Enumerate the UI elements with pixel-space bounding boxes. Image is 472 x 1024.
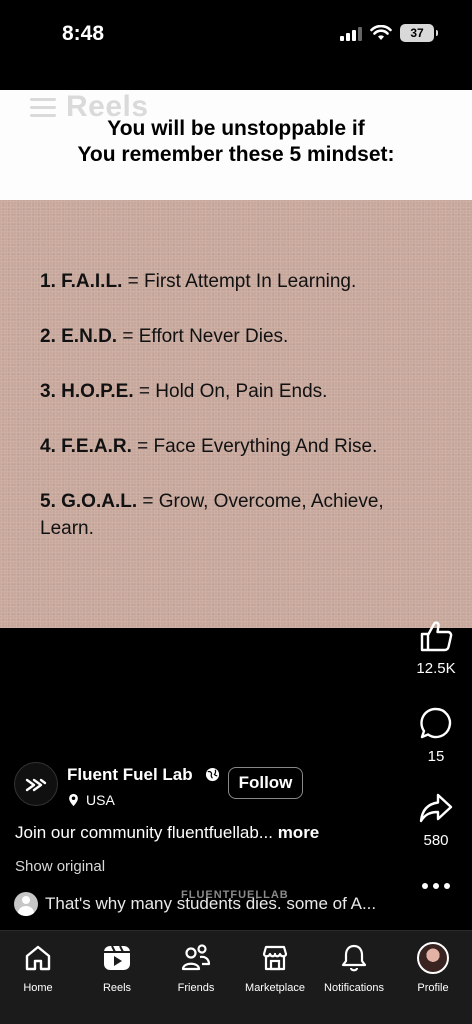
video-body: 1. F.A.I.L. = First Attempt In Learning.… <box>0 200 472 628</box>
bottom-tab-bar: Home Reels Friends Marketplace Notificat… <box>0 930 472 1024</box>
comment-count: 15 <box>427 748 445 765</box>
mindset-item: 2. E.N.D. = Effort Never Dies. <box>40 323 440 350</box>
share-icon <box>419 793 453 823</box>
menu-icon[interactable] <box>30 97 56 117</box>
profile-avatar <box>417 942 449 974</box>
mindset-item: 1. F.A.I.L. = First Attempt In Learning. <box>40 268 440 295</box>
tab-profile[interactable]: Profile <box>388 941 472 994</box>
marketplace-icon <box>262 945 288 971</box>
share-count: 580 <box>423 832 449 849</box>
comment-button[interactable]: 15 <box>400 706 472 765</box>
commenter-avatar <box>14 892 38 916</box>
mindset-code: 3. H.O.P.E. <box>40 381 134 402</box>
home-icon <box>25 945 51 971</box>
reel-video[interactable]: You will be unstoppable if You remember … <box>0 90 472 628</box>
tab-label: Home <box>23 982 53 994</box>
share-button[interactable]: 580 <box>400 792 472 849</box>
reels-header: Reels <box>30 90 149 124</box>
mindset-item: 3. H.O.P.E. = Hold On, Pain Ends. <box>40 378 440 405</box>
caption[interactable]: Join our community fluentfuellab... more <box>15 823 319 843</box>
mindset-code: 5. G.O.A.L. <box>40 491 138 512</box>
more-dots-icon <box>422 883 450 889</box>
mindset-item: 4. F.E.A.R. = Face Everything And Rise. <box>40 433 440 460</box>
status-icons: 37 <box>340 24 438 42</box>
status-bar: 8:48 37 <box>0 0 472 90</box>
headline-line-2: You remember these 5 mindset: <box>77 143 395 166</box>
mindset-meaning: = First Attempt In Learning. <box>122 271 357 292</box>
thumbs-up-icon <box>420 621 453 652</box>
tab-home[interactable]: Home <box>0 941 83 994</box>
mindset-list: 1. F.A.I.L. = First Attempt In Learning.… <box>40 268 440 570</box>
more-options-button[interactable] <box>400 882 472 890</box>
status-time: 8:48 <box>62 22 105 45</box>
tab-label: Profile <box>417 982 449 994</box>
author-row: Fluent Fuel Lab USA Follow <box>14 762 404 812</box>
mindset-meaning: = Effort Never Dies. <box>117 326 289 347</box>
fluent-fuel-logo-icon <box>25 778 47 792</box>
battery-icon: 37 <box>400 24 438 42</box>
tab-reels[interactable]: Reels <box>72 941 162 994</box>
comment-icon <box>420 707 452 739</box>
follow-button[interactable]: Follow <box>228 767 303 799</box>
mindset-code: 1. F.A.I.L. <box>40 271 123 292</box>
cellular-signal-icon <box>340 25 362 41</box>
tab-label: Notifications <box>324 982 384 994</box>
watermark: FLUENTFUELLAB <box>181 889 289 901</box>
mindset-code: 2. E.N.D. <box>40 326 118 347</box>
caption-text: Join our community fluentfuellab... <box>15 823 278 842</box>
tab-marketplace[interactable]: Marketplace <box>230 941 320 994</box>
tab-label: Friends <box>177 982 215 994</box>
author-avatar[interactable] <box>14 762 58 806</box>
globe-icon <box>205 767 220 782</box>
friends-icon <box>181 944 211 971</box>
reels-title: Reels <box>66 90 149 123</box>
wifi-icon <box>370 25 392 40</box>
mindset-item: 5. G.O.A.L. = Grow, Overcome, Achieve, L… <box>40 488 440 542</box>
tab-notifications[interactable]: Notifications <box>309 941 399 994</box>
like-button[interactable]: 12.5K <box>400 620 472 677</box>
reels-icon <box>104 945 130 970</box>
show-original-link[interactable]: Show original <box>15 858 105 875</box>
mindset-code: 4. F.E.A.R. <box>40 436 132 457</box>
author-location: USA <box>86 792 115 808</box>
like-count: 12.5K <box>416 660 456 677</box>
tab-friends[interactable]: Friends <box>151 941 241 994</box>
location-pin-icon <box>69 793 78 807</box>
mindset-meaning: = Hold On, Pain Ends. <box>133 381 328 402</box>
battery-level: 37 <box>410 26 424 40</box>
bell-icon <box>341 944 367 972</box>
caption-more-link[interactable]: more <box>278 823 320 842</box>
author-name[interactable]: Fluent Fuel Lab <box>67 765 193 785</box>
mindset-meaning: = Face Everything And Rise. <box>131 436 378 457</box>
location-row: USA <box>68 792 115 808</box>
tab-label: Reels <box>102 982 132 994</box>
tab-label: Marketplace <box>245 982 305 994</box>
video-header: You will be unstoppable if You remember … <box>0 90 472 200</box>
